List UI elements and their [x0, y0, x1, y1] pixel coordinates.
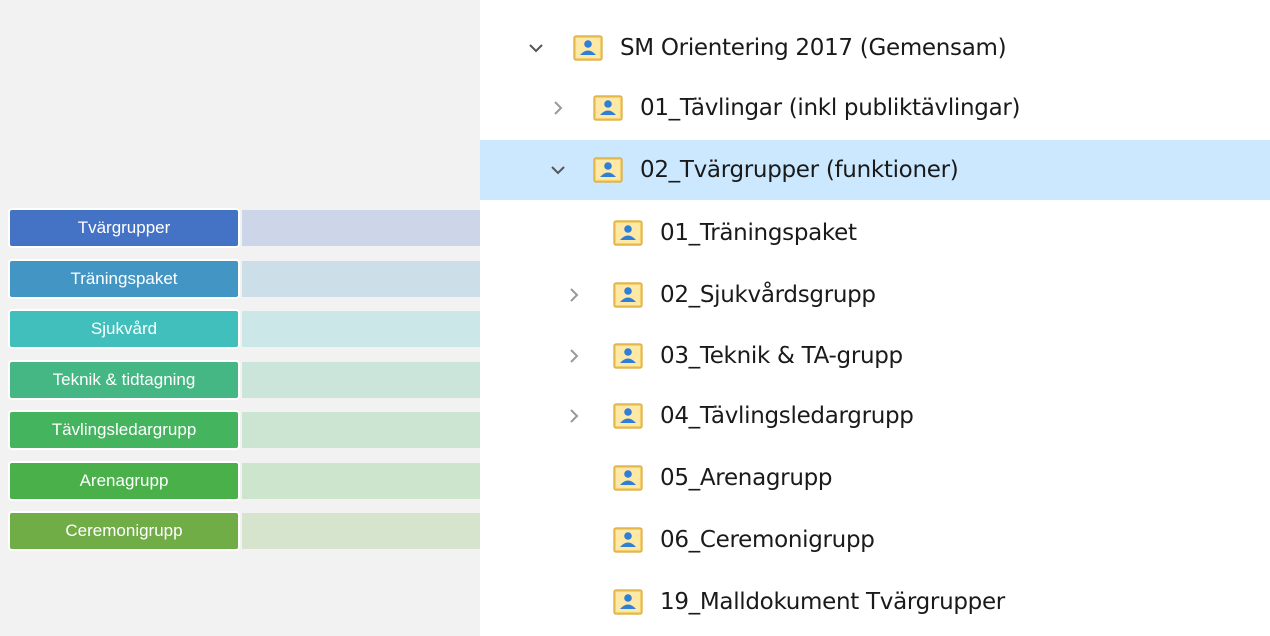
- chevron-right-icon[interactable]: [564, 346, 584, 366]
- chevron-right-icon[interactable]: [564, 285, 584, 305]
- tree-child-ceremonigrupp[interactable]: 06_Ceremonigrupp: [480, 510, 1270, 570]
- label-sjukvard: Sjukvård: [8, 309, 240, 349]
- shared-folder-icon: [592, 155, 626, 185]
- chevron-right-icon[interactable]: [548, 98, 568, 118]
- folder-tree-panel: SM Orientering 2017 (Gemensam) 01_Tävlin…: [480, 0, 1270, 636]
- label-arenagrupp: Arenagrupp: [8, 461, 240, 501]
- tree-child-arenagrupp[interactable]: 05_Arenagrupp: [480, 448, 1270, 508]
- shared-folder-icon: [592, 93, 626, 123]
- tree-child-sjukvardsgrupp[interactable]: 02_Sjukvårdsgrupp: [480, 265, 1270, 325]
- shared-folder-icon: [612, 401, 646, 431]
- tree-child-teknik[interactable]: 03_Teknik & TA-grupp: [480, 326, 1270, 386]
- shared-folder-icon: [572, 33, 606, 63]
- label-tavlingsledargrupp: Tävlingsledargrupp: [8, 410, 240, 450]
- tree-child-traningspaket[interactable]: 01_Träningspaket: [480, 203, 1270, 263]
- tree-child-label: 02_Sjukvårdsgrupp: [660, 282, 876, 308]
- tree-child-label: 01_Träningspaket: [660, 220, 857, 246]
- shared-folder-icon: [612, 463, 646, 493]
- tree-child-malldokument[interactable]: 19_Malldokument Tvärgrupper: [480, 572, 1270, 632]
- tree-child-label: 06_Ceremonigrupp: [660, 527, 875, 553]
- shared-folder-icon: [612, 341, 646, 371]
- tree-child-label: 04_Tävlingsledargrupp: [660, 403, 914, 429]
- label-ceremonigrupp: Ceremonigrupp: [8, 511, 240, 551]
- shared-folder-icon: [612, 280, 646, 310]
- label-traningspaket: Träningspaket: [8, 259, 240, 299]
- chevron-right-icon[interactable]: [564, 406, 584, 426]
- shared-folder-icon: [612, 218, 646, 248]
- tree-item-tavlingar[interactable]: 01_Tävlingar (inkl publiktävlingar): [480, 78, 1270, 138]
- label-teknik-tidtagning: Teknik & tidtagning: [8, 360, 240, 400]
- tree-item-label: 02_Tvärgrupper (funktioner): [640, 157, 959, 183]
- tree-child-label: 05_Arenagrupp: [660, 465, 833, 491]
- label-tvargrupper: Tvärgrupper: [8, 208, 240, 248]
- chevron-down-icon[interactable]: [526, 38, 546, 58]
- chevron-down-icon[interactable]: [548, 160, 568, 180]
- shared-folder-icon: [612, 587, 646, 617]
- tree-root-row[interactable]: SM Orientering 2017 (Gemensam): [480, 18, 1270, 78]
- tree-child-label: 03_Teknik & TA-grupp: [660, 343, 903, 369]
- tree-child-tavlingsledargrupp[interactable]: 04_Tävlingsledargrupp: [480, 386, 1270, 446]
- tree-item-label: 01_Tävlingar (inkl publiktävlingar): [640, 95, 1021, 121]
- tree-root-label: SM Orientering 2017 (Gemensam): [620, 35, 1007, 61]
- tree-item-tvargrupper[interactable]: 02_Tvärgrupper (funktioner): [480, 140, 1270, 200]
- tree-child-label: 19_Malldokument Tvärgrupper: [660, 589, 1005, 615]
- shared-folder-icon: [612, 525, 646, 555]
